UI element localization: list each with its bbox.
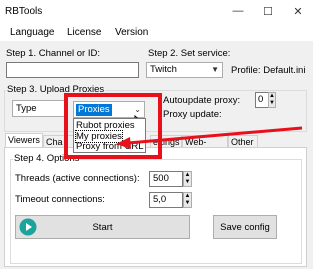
start-button[interactable]: Start <box>15 215 190 239</box>
threads-spinner[interactable]: ▲ ▼ <box>183 171 192 187</box>
step2-label: Step 2. Set service: <box>148 48 231 59</box>
type-select[interactable]: Type <box>12 100 67 117</box>
autoupdate-value: 0 <box>258 94 264 105</box>
chevron-down-icon: ▼ <box>211 65 219 74</box>
threads-label: Threads (active connections): <box>15 173 140 184</box>
autoupdate-spinner[interactable]: ▲ ▼ <box>268 92 276 108</box>
threads-value: 500 <box>153 173 169 184</box>
step1-label: Step 1. Channel or ID: <box>6 48 100 59</box>
service-select[interactable]: Twitch ▼ <box>146 62 223 78</box>
minimize-button[interactable]: — <box>223 0 253 22</box>
timeout-input[interactable]: 5,0 <box>149 192 183 208</box>
autoupdate-label: Autoupdate proxy: <box>163 95 241 106</box>
timeout-label: Timeout connections: <box>15 194 105 205</box>
type-value: Type <box>16 103 37 114</box>
annotation-arrow-icon <box>116 126 303 149</box>
menu-version[interactable]: Version <box>115 27 148 39</box>
play-icon <box>19 218 37 236</box>
threads-input[interactable]: 500 <box>149 171 183 187</box>
profile-label: Profile: Default.ini <box>231 65 306 76</box>
save-config-label: Save config <box>220 221 270 233</box>
start-label: Start <box>92 221 113 233</box>
timeout-value: 5,0 <box>153 194 167 205</box>
save-config-button[interactable]: Save config <box>213 215 277 239</box>
window-title: RBTools <box>5 6 43 17</box>
channel-id-input[interactable] <box>6 62 139 78</box>
menu-license[interactable]: License <box>67 27 101 39</box>
close-button[interactable]: ✕ <box>283 0 313 22</box>
menu-language[interactable]: Language <box>10 27 55 39</box>
service-value: Twitch <box>150 64 177 75</box>
autoupdate-input[interactable]: 0 <box>255 92 269 108</box>
maximize-button[interactable]: ☐ <box>253 0 283 22</box>
timeout-spinner[interactable]: ▲ ▼ <box>183 192 192 208</box>
tab-viewers[interactable]: Viewers <box>5 133 43 148</box>
